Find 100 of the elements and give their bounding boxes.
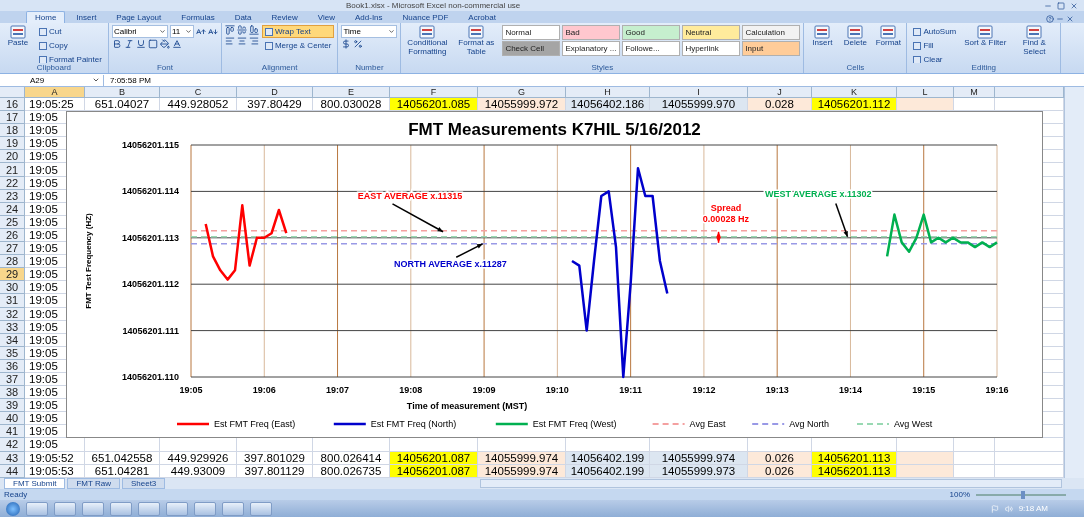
ribbon-command[interactable]: Find & Select (1011, 25, 1058, 56)
column-header[interactable] (995, 87, 1064, 98)
align-center-icon[interactable] (236, 36, 247, 46)
column-header[interactable]: H (566, 87, 650, 98)
name-box[interactable]: A29 (0, 74, 104, 86)
taskbar-app-icon[interactable] (222, 501, 244, 516)
align-left-icon[interactable] (224, 36, 235, 46)
ribbon-tab[interactable]: Page Layout (107, 11, 171, 23)
align-right-icon[interactable] (248, 36, 259, 46)
column-header[interactable]: M (954, 87, 995, 98)
ribbon-tab[interactable]: View (308, 11, 344, 23)
column-header[interactable]: F (390, 87, 478, 98)
sheet-tab[interactable]: FMT Raw (67, 478, 120, 489)
cell-style-option[interactable]: Calculation (742, 25, 801, 40)
column-header[interactable]: J (748, 87, 812, 98)
shrink-font-icon[interactable] (207, 26, 218, 37)
percent-icon[interactable] (353, 39, 364, 49)
taskbar-app-icon[interactable] (194, 501, 216, 516)
dropdown-field[interactable]: Time (341, 25, 398, 38)
align-middle-icon[interactable] (236, 25, 247, 35)
align-top-icon[interactable] (224, 25, 235, 35)
cell-style-option[interactable]: Good (622, 25, 681, 40)
ribbon-tab[interactable]: Review (262, 11, 307, 23)
maximize-button[interactable] (1057, 1, 1065, 10)
ribbon-command[interactable]: Cut (36, 25, 105, 38)
row-header[interactable]: 39 (0, 399, 25, 413)
taskbar-app-icon[interactable] (54, 501, 76, 516)
row-header[interactable]: 17 (0, 111, 25, 125)
ribbon-command[interactable]: Fill (910, 39, 960, 52)
ribbon-command[interactable]: AutoSum (910, 25, 960, 38)
ribbon-command[interactable]: Clear (910, 53, 960, 63)
row-header[interactable]: 16 (0, 98, 25, 112)
column-header[interactable]: G (478, 87, 566, 98)
row-header[interactable]: 28 (0, 255, 25, 269)
cell-style-option[interactable]: Followe... (622, 41, 681, 56)
column-header[interactable]: K (812, 87, 897, 98)
close-button[interactable] (1070, 1, 1078, 10)
column-header[interactable]: C (160, 87, 237, 98)
ribbon-command[interactable]: Conditional Formatting (404, 25, 451, 56)
cell-style-option[interactable]: Explanatory ... (562, 41, 621, 56)
row-header[interactable]: 27 (0, 242, 25, 256)
ribbon-command[interactable]: Wrap Text (261, 25, 335, 38)
cell-style-option[interactable]: Normal (502, 25, 561, 40)
italic-icon[interactable] (123, 39, 134, 49)
row-header[interactable]: 18 (0, 124, 25, 138)
ribbon-command[interactable]: Delete (840, 25, 871, 48)
cell-style-option[interactable]: Input (742, 41, 801, 56)
ribbon-command[interactable]: Copy (36, 39, 105, 52)
help-icon[interactable] (1046, 15, 1054, 23)
ribbon-command[interactable]: Paste (3, 25, 33, 48)
taskbar-app-icon[interactable] (166, 501, 188, 516)
align-bottom-icon[interactable] (248, 25, 259, 35)
ribbon-tab[interactable]: Data (225, 11, 261, 23)
row-header[interactable]: 30 (0, 281, 25, 295)
row-header[interactable]: 42 (0, 438, 25, 452)
cell-style-option[interactable]: Bad (562, 25, 621, 40)
ribbon-command[interactable]: Format (873, 25, 904, 48)
ribbon-tab[interactable]: Add-Ins (346, 11, 392, 23)
taskbar-app-icon[interactable] (82, 501, 104, 516)
row-header[interactable]: 41 (0, 425, 25, 439)
column-header[interactable]: I (650, 87, 748, 98)
formula-field[interactable]: 7:05:58 PM (110, 75, 151, 85)
flag-icon[interactable] (990, 504, 999, 513)
column-header[interactable]: B (85, 87, 160, 98)
start-button[interactable] (6, 501, 20, 516)
currency-icon[interactable] (341, 39, 352, 49)
ribbon-tab[interactable]: Acrobat (459, 11, 505, 23)
speaker-icon[interactable] (1004, 504, 1013, 513)
ribbon-tab[interactable]: Formulas (172, 11, 224, 23)
ribbon-tab[interactable]: Nuance PDF (393, 11, 458, 23)
column-header[interactable]: L (897, 87, 954, 98)
grow-font-icon[interactable] (195, 26, 206, 37)
cell-style-option[interactable]: Check Cell (502, 41, 561, 56)
ribbon-command[interactable]: Sort & Filter (962, 25, 1009, 48)
zoom-slider-thumb[interactable] (1021, 490, 1025, 499)
ribbon-command[interactable]: Insert (807, 25, 838, 48)
font-color-icon[interactable] (171, 39, 182, 49)
column-header[interactable]: D (237, 87, 313, 98)
row-header[interactable]: 31 (0, 294, 25, 308)
taskbar-app-icon[interactable] (26, 501, 48, 516)
vertical-scrollbar[interactable] (1064, 87, 1084, 478)
dropdown-field[interactable]: Calibri (111, 25, 168, 38)
column-header[interactable]: E (313, 87, 390, 98)
bold-icon[interactable] (111, 39, 122, 49)
taskbar-app-icon[interactable] (110, 501, 132, 516)
ribbon-command[interactable]: Format Painter (36, 53, 105, 63)
column-header[interactable]: A (25, 87, 85, 98)
underline-icon[interactable] (135, 39, 146, 49)
fill-color-icon[interactable] (159, 39, 170, 49)
ribbon-command[interactable]: Merge & Center (261, 39, 335, 52)
row-header[interactable]: 19 (0, 137, 25, 151)
dropdown-field[interactable]: 11 (169, 25, 194, 38)
row-header[interactable]: 40 (0, 412, 25, 426)
taskbar-app-icon[interactable] (250, 501, 272, 516)
row-header[interactable]: 21 (0, 163, 25, 177)
ribbon-tab[interactable]: Insert (67, 11, 106, 23)
ribbon-command[interactable]: Format as Table (453, 25, 500, 56)
row-header[interactable]: 20 (0, 150, 25, 164)
close-button[interactable] (1066, 15, 1074, 23)
row-header[interactable]: 29 (0, 268, 25, 282)
